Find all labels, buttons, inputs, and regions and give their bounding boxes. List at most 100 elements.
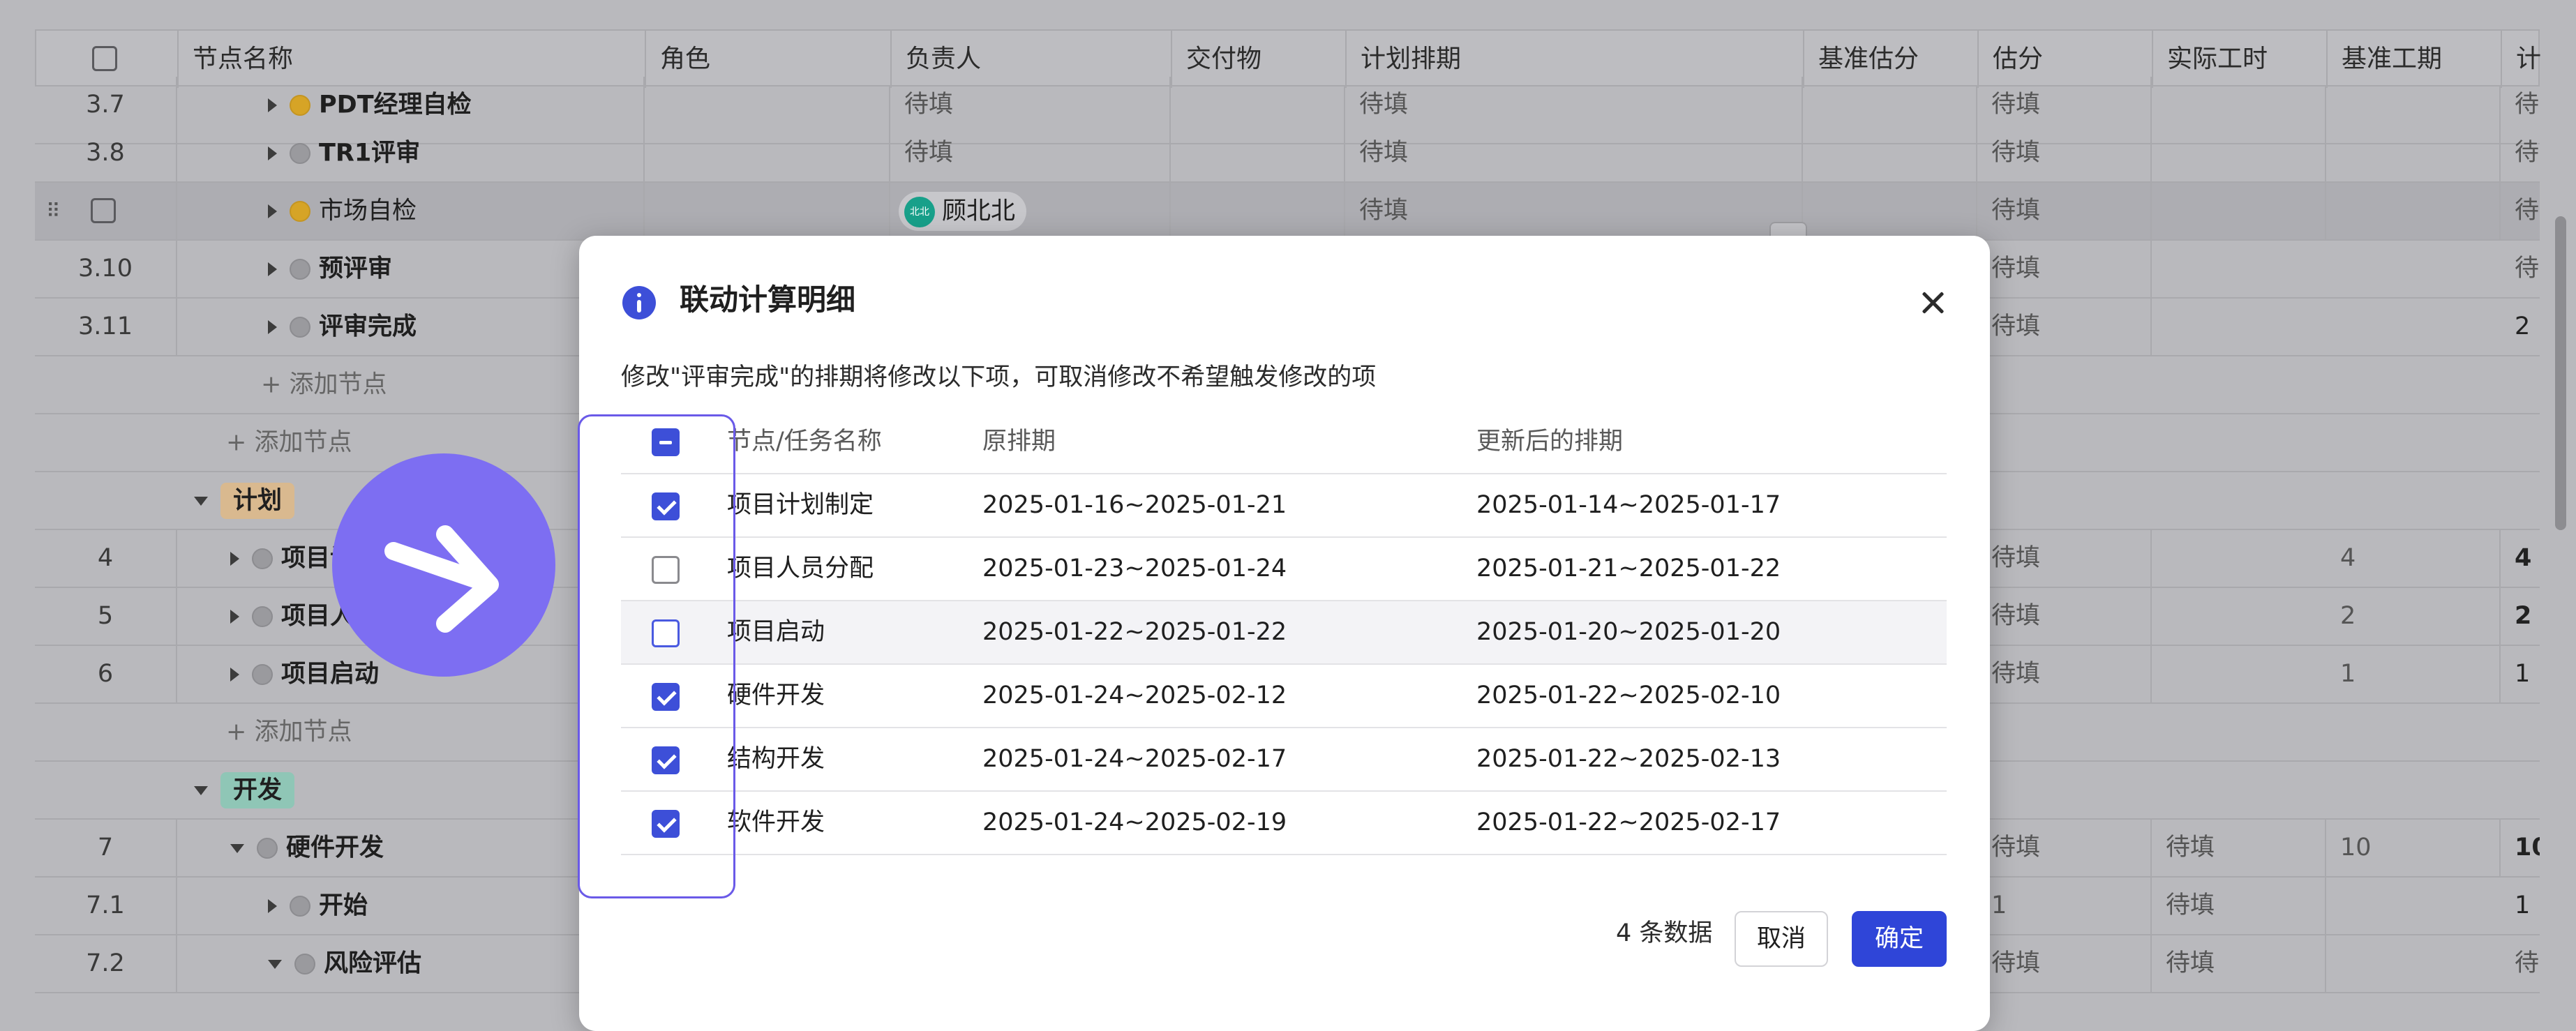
- add-node-label[interactable]: 添加节点: [254, 429, 352, 457]
- base-estimate-cell[interactable]: [1803, 183, 1977, 239]
- actual-cell[interactable]: [2152, 125, 2326, 181]
- expand-icon[interactable]: [230, 552, 239, 566]
- item-checkbox[interactable]: [652, 619, 680, 647]
- col-header-base-duration[interactable]: 基准工期: [2328, 31, 2502, 88]
- base-duration-cell[interactable]: [2326, 183, 2501, 239]
- row-checkbox[interactable]: [91, 198, 116, 223]
- plan-cut-cell[interactable]: 1: [2501, 646, 2540, 702]
- list-item[interactable]: 结构开发 2025-01-24~2025-02-17 2025-01-22~20…: [621, 728, 1947, 792]
- node-name[interactable]: TR1评审: [319, 140, 420, 167]
- base-duration-cell[interactable]: 4: [2326, 530, 2501, 587]
- vertical-scrollbar[interactable]: [2555, 216, 2566, 530]
- estimate-cell[interactable]: 1: [1977, 878, 2152, 934]
- table-row[interactable]: ⠿ 市场自检 北北 顾北北 待填 待填 待: [35, 183, 2540, 241]
- plan-cut-cell[interactable]: 待: [2501, 183, 2540, 239]
- deliverable-cell[interactable]: [1171, 183, 1345, 239]
- item-updated: 2025-01-21~2025-01-22: [1476, 555, 1781, 582]
- expand-icon[interactable]: [268, 204, 277, 218]
- collapse-icon[interactable]: [194, 785, 208, 795]
- expand-icon[interactable]: [268, 98, 277, 112]
- drag-handle-icon[interactable]: ⠿: [46, 183, 61, 239]
- col-header-base-estimate[interactable]: 基准估分: [1804, 31, 1979, 88]
- expand-icon[interactable]: [268, 899, 277, 913]
- estimate-cell[interactable]: 待填: [1977, 935, 2152, 992]
- item-checkbox[interactable]: [652, 683, 680, 711]
- list-item[interactable]: 软件开发 2025-01-24~2025-02-19 2025-01-22~20…: [621, 792, 1947, 855]
- role-cell[interactable]: [645, 125, 890, 181]
- plan-cut-cell[interactable]: 待: [2501, 935, 2540, 992]
- expand-icon[interactable]: [268, 146, 277, 160]
- estimate-cell[interactable]: 待填: [1977, 530, 2152, 587]
- node-name[interactable]: 开始: [319, 892, 368, 920]
- base-estimate-cell[interactable]: [1803, 125, 1977, 181]
- owner-cell[interactable]: 待填: [890, 125, 1171, 181]
- owner-cell[interactable]: 北北 顾北北: [890, 183, 1171, 239]
- add-node-label[interactable]: 添加节点: [289, 371, 387, 399]
- add-node-cell[interactable]: + 添加节点: [177, 704, 645, 760]
- base-duration-cell[interactable]: 10: [2326, 820, 2501, 876]
- plan-cell[interactable]: 待填: [1345, 183, 1803, 239]
- row-name-cell: 预评审: [177, 241, 645, 297]
- node-name[interactable]: 市场自检: [319, 197, 417, 225]
- collapse-icon[interactable]: [194, 496, 208, 506]
- list-item[interactable]: 项目人员分配 2025-01-23~2025-01-24 2025-01-21~…: [621, 538, 1947, 601]
- plan-cut-cell[interactable]: 4: [2501, 530, 2540, 587]
- base-duration-cell[interactable]: [2326, 125, 2501, 181]
- estimate-cell[interactable]: 待填: [1977, 299, 2152, 355]
- plan-cut-cell[interactable]: 1: [2501, 878, 2540, 934]
- estimate-cell[interactable]: 待填: [1977, 820, 2152, 876]
- add-node-label[interactable]: 添加节点: [254, 718, 352, 746]
- estimate-cell[interactable]: 待填: [1977, 183, 2152, 239]
- estimate-cell[interactable]: 待填: [1977, 646, 2152, 702]
- confirm-button[interactable]: 确定: [1852, 911, 1947, 967]
- expand-icon[interactable]: [230, 668, 239, 682]
- cancel-button[interactable]: 取消: [1735, 911, 1828, 967]
- item-checkbox[interactable]: [652, 556, 680, 584]
- select-all-checkbox[interactable]: [92, 46, 117, 71]
- select-all-checkbox[interactable]: [652, 428, 680, 456]
- close-icon[interactable]: [1912, 282, 1954, 324]
- plan-cut-cell[interactable]: 10: [2501, 820, 2540, 876]
- status-dot-icon: [252, 548, 273, 569]
- estimate-cell[interactable]: 待填: [1977, 241, 2152, 297]
- node-name[interactable]: 硬件开发: [286, 834, 384, 862]
- plan-cut-cell[interactable]: 待: [2501, 241, 2540, 297]
- plan-cut-cell[interactable]: 待: [2501, 125, 2540, 181]
- node-name[interactable]: 评审完成: [319, 313, 417, 341]
- expand-icon[interactable]: [268, 262, 277, 276]
- add-node-cell[interactable]: + 添加节点: [177, 356, 645, 413]
- plan-cut-cell[interactable]: 2: [2501, 588, 2540, 645]
- col-header-role[interactable]: 角色: [646, 31, 892, 88]
- plan-cut-cell[interactable]: 2: [2501, 299, 2540, 355]
- plan-cell[interactable]: 待填: [1345, 125, 1803, 181]
- node-name[interactable]: PDT经理自检: [319, 91, 472, 119]
- deliverable-cell[interactable]: [1171, 125, 1345, 181]
- list-item[interactable]: 硬件开发 2025-01-24~2025-02-12 2025-01-22~20…: [621, 665, 1947, 728]
- item-checkbox[interactable]: [652, 746, 680, 774]
- node-name[interactable]: 预评审: [319, 255, 392, 283]
- actual-cell[interactable]: 待填: [2152, 935, 2326, 992]
- row-name-cell: 开始: [177, 878, 645, 934]
- item-name: 硬件开发: [727, 682, 825, 709]
- collapse-icon[interactable]: [230, 843, 244, 853]
- col-header-deliverable[interactable]: 交付物: [1172, 31, 1347, 88]
- estimate-cell[interactable]: 待填: [1977, 125, 2152, 181]
- list-item[interactable]: 项目启动 2025-01-22~2025-01-22 2025-01-20~20…: [621, 601, 1947, 665]
- col-header-actual-hours[interactable]: 实际工时: [2153, 31, 2328, 88]
- expand-icon[interactable]: [230, 610, 239, 624]
- item-checkbox[interactable]: [652, 492, 680, 520]
- expand-icon[interactable]: [268, 320, 277, 334]
- actual-cell[interactable]: 待填: [2152, 820, 2326, 876]
- base-duration-cell[interactable]: 2: [2326, 588, 2501, 645]
- collapse-icon[interactable]: [268, 959, 282, 969]
- role-cell[interactable]: [645, 183, 890, 239]
- item-checkbox[interactable]: [652, 810, 680, 838]
- node-name[interactable]: 风险评估: [324, 950, 421, 978]
- owner-chip[interactable]: 北北 顾北北: [899, 192, 1027, 231]
- table-row[interactable]: 3.8 TR1评审 待填 待填 待填 待: [35, 125, 2540, 183]
- actual-cell[interactable]: 待填: [2152, 878, 2326, 934]
- estimate-cell[interactable]: 待填: [1977, 588, 2152, 645]
- actual-cell[interactable]: [2152, 183, 2326, 239]
- list-item[interactable]: 项目计划制定 2025-01-16~2025-01-21 2025-01-14~…: [621, 474, 1947, 538]
- base-duration-cell[interactable]: 1: [2326, 646, 2501, 702]
